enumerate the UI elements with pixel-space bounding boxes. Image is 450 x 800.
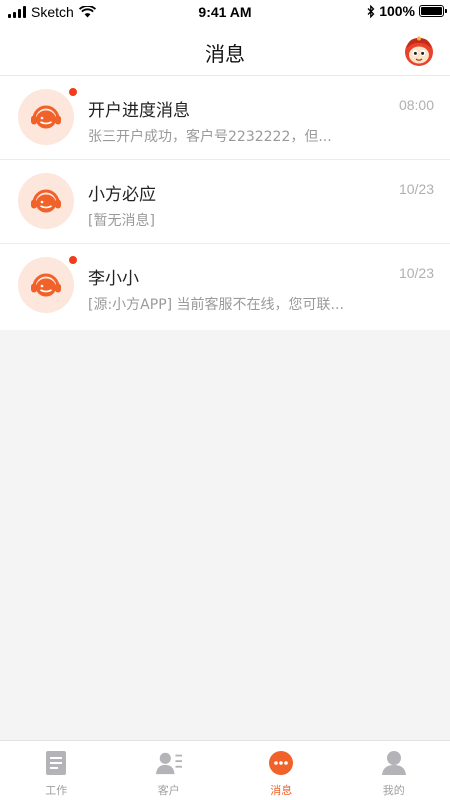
person-icon bbox=[381, 750, 407, 776]
tab-messages[interactable]: 消息 bbox=[225, 741, 338, 800]
headset-icon bbox=[31, 105, 61, 129]
unread-dot bbox=[68, 87, 78, 97]
conversation-title: 小方必应 bbox=[88, 185, 156, 205]
unread-dot bbox=[68, 255, 78, 265]
tab-label: 客户 bbox=[157, 784, 180, 797]
contacts-icon bbox=[155, 750, 182, 776]
conversation-list: 开户进度消息 08:00 张三开户成功，客户号2232222，但... 小方必应… bbox=[0, 76, 450, 330]
headset-icon bbox=[31, 189, 61, 213]
bluetooth-icon bbox=[367, 4, 375, 18]
mascot-avatar-icon[interactable] bbox=[402, 34, 436, 68]
tab-label: 消息 bbox=[270, 784, 293, 797]
conversation-time: 10/23 bbox=[398, 181, 434, 197]
service-avatar bbox=[18, 89, 74, 145]
status-right: 100% bbox=[367, 3, 447, 19]
conversation-title: 开户进度消息 bbox=[88, 101, 190, 121]
conversation-item[interactable]: 小方必应 10/23 [暂无消息] bbox=[0, 160, 450, 244]
conversation-title: 李小小 bbox=[88, 269, 139, 289]
tab-bar: 工作 客户 消息 我的 bbox=[0, 740, 450, 800]
page-title: 消息 bbox=[205, 42, 245, 66]
service-avatar bbox=[18, 173, 74, 229]
message-icon bbox=[268, 750, 294, 776]
headset-icon bbox=[31, 273, 61, 297]
conversation-time: 08:00 bbox=[398, 97, 434, 113]
tab-customers[interactable]: 客户 bbox=[113, 741, 226, 800]
battery-percent: 100% bbox=[379, 3, 415, 19]
conversation-preview: [源:小方APP] 当前客服不在线，您可联... bbox=[88, 297, 344, 313]
nav-header: 消息 bbox=[0, 24, 450, 76]
service-avatar bbox=[18, 257, 74, 313]
conversation-preview: 张三开户成功，客户号2232222，但... bbox=[88, 129, 332, 145]
document-icon bbox=[43, 750, 69, 776]
tab-me[interactable]: 我的 bbox=[338, 741, 450, 800]
tab-label: 工作 bbox=[45, 784, 68, 797]
conversation-item[interactable]: 开户进度消息 08:00 张三开户成功，客户号2232222，但... bbox=[0, 76, 450, 160]
conversation-preview: [暂无消息] bbox=[88, 213, 155, 229]
conversation-time: 10/23 bbox=[398, 265, 434, 281]
conversation-item[interactable]: 李小小 10/23 [源:小方APP] 当前客服不在线，您可联... bbox=[0, 244, 450, 330]
battery-icon bbox=[419, 5, 447, 17]
status-bar: Sketch 9:41 AM 100% bbox=[0, 0, 450, 24]
tab-work[interactable]: 工作 bbox=[0, 741, 113, 800]
tab-label: 我的 bbox=[382, 784, 405, 797]
